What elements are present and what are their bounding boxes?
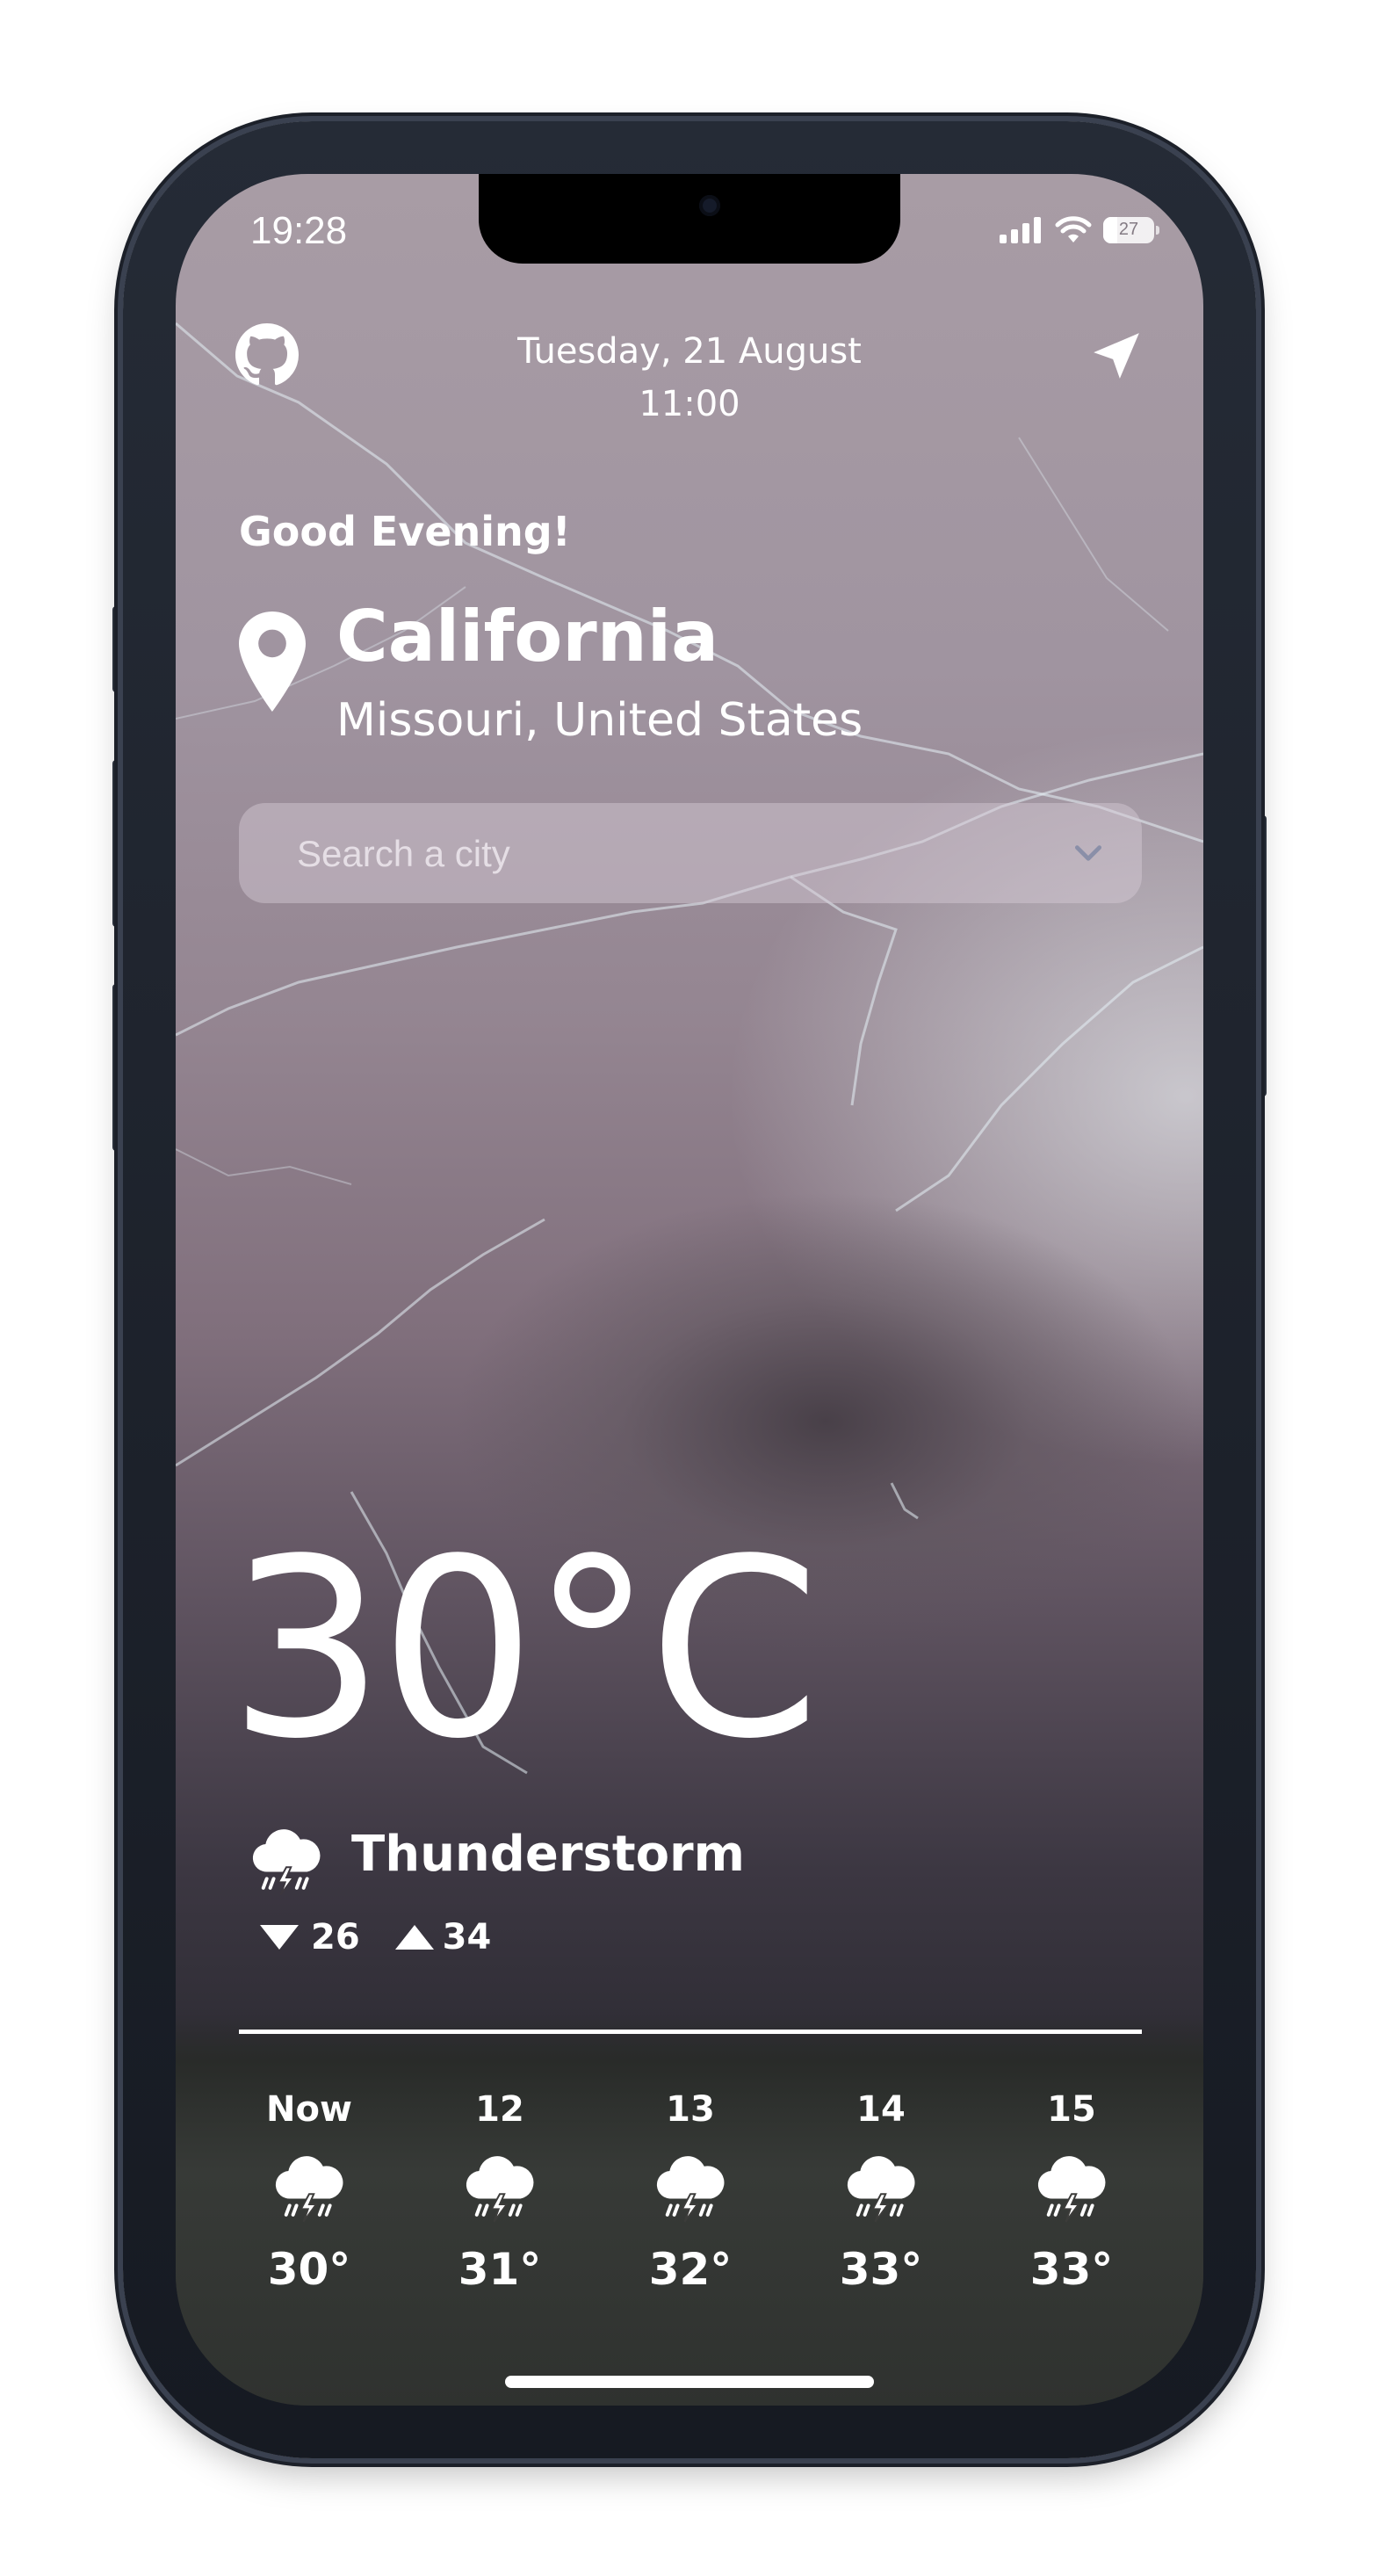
greeting-text: Good Evening!	[239, 508, 571, 555]
thunderstorm-icon	[252, 1829, 321, 1896]
thunderstorm-icon	[656, 2156, 725, 2223]
condition-text: Thunderstorm	[351, 1826, 746, 1883]
volume-down-button	[112, 984, 123, 1151]
battery-tip	[1156, 226, 1159, 235]
forecast-item: 15 33°	[1001, 2089, 1142, 2295]
mute-switch	[112, 606, 123, 692]
max-temperature: 34	[442, 1917, 492, 1957]
min-max-temperature: 26 34	[260, 1917, 491, 1957]
forecast-temperature: 33°	[839, 2244, 923, 2295]
forecast-item: 12 31°	[430, 2089, 570, 2295]
forecast-temperature: 33°	[1029, 2244, 1114, 2295]
status-icons: 27	[1000, 216, 1159, 244]
header-date: Tuesday, 21 August	[517, 331, 862, 372]
forecast-item: 14 33°	[811, 2089, 951, 2295]
city-search-dropdown[interactable]	[239, 803, 1142, 905]
thunderstorm-icon	[466, 2156, 534, 2223]
max-temp-arrow-icon	[394, 1925, 434, 1950]
forecast-temperature: 30°	[267, 2244, 351, 2295]
thunderstorm-icon	[275, 2156, 343, 2223]
battery-percent: 27	[1118, 220, 1139, 239]
thunderstorm-icon	[847, 2156, 915, 2223]
region-name: Missouri, United States	[336, 694, 863, 747]
front-camera	[699, 195, 720, 216]
forecast-hour: 15	[1047, 2089, 1096, 2130]
current-temperature: 30°C	[228, 1507, 820, 1793]
city-name: California	[336, 596, 719, 677]
forecast-item: Now 30°	[239, 2089, 379, 2295]
forecast-item: 13 32°	[620, 2089, 761, 2295]
volume-up-button	[112, 760, 123, 927]
min-temp-arrow-icon	[260, 1925, 299, 1950]
forecast-hour: 13	[666, 2089, 715, 2130]
power-button	[1256, 815, 1267, 1096]
wifi-icon	[1055, 216, 1092, 242]
forecast-divider	[239, 2030, 1142, 2034]
notch	[479, 174, 900, 264]
forecast-temperature: 31°	[458, 2244, 542, 2295]
forecast-temperature: 32°	[648, 2244, 733, 2295]
forecast-hour: Now	[266, 2089, 352, 2130]
navigation-arrow-icon[interactable]	[1089, 329, 1144, 383]
city-search-input[interactable]	[295, 803, 1054, 905]
thunderstorm-icon	[1037, 2156, 1106, 2223]
home-indicator[interactable]	[505, 2376, 874, 2388]
forecast-hour: 12	[475, 2089, 524, 2130]
header-time: 11:00	[639, 384, 740, 424]
location-pin-icon	[239, 611, 306, 712]
battery-icon: 27	[1103, 217, 1159, 243]
status-time: 19:28	[250, 209, 348, 252]
hourly-forecast: Now 30° 12 31° 13 32° 14 33° 15 33°	[239, 2089, 1142, 2295]
weather-screen: 19:28 27 Tuesday, 21 August 11:00 Good E…	[176, 174, 1203, 2406]
min-temperature: 26	[311, 1917, 360, 1957]
date-time-header: Tuesday, 21 August 11:00	[176, 325, 1203, 431]
forecast-hour: 14	[856, 2089, 906, 2130]
cellular-signal-icon	[1000, 217, 1041, 243]
chevron-down-icon[interactable]	[1072, 836, 1105, 870]
